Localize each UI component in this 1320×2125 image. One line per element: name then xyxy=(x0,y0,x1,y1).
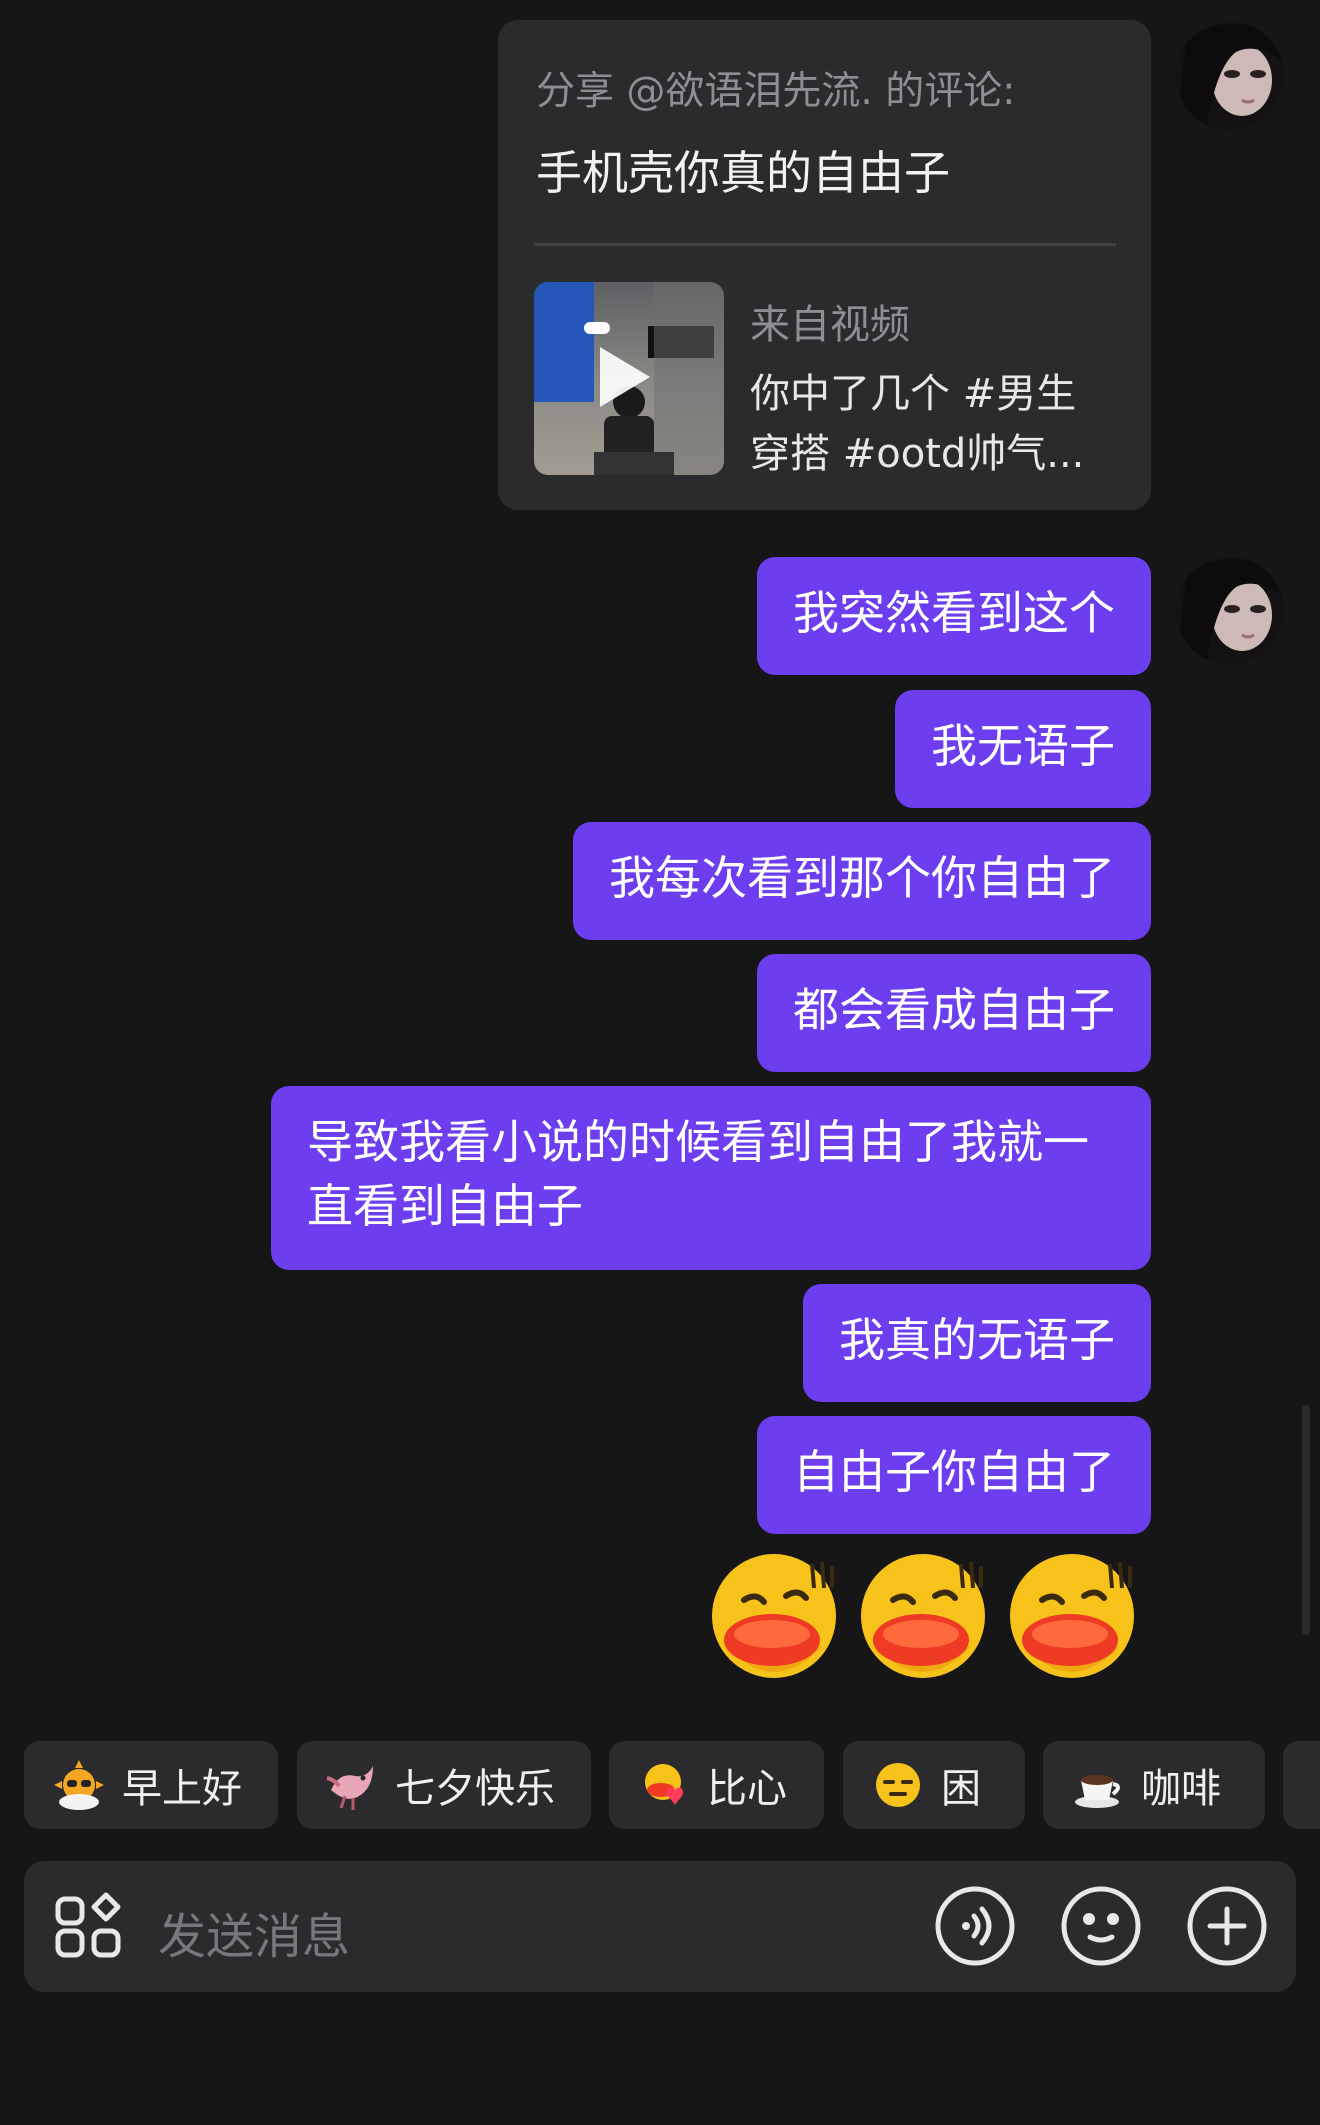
message-bubble[interactable]: 我每次看到那个你自由了 xyxy=(573,822,1151,940)
chip-label: 咖啡 xyxy=(1141,1766,1221,1812)
message-bubble[interactable]: 我突然看到这个 xyxy=(757,557,1151,675)
chip-label: 七夕快乐 xyxy=(395,1766,555,1812)
quick-reply-chip[interactable] xyxy=(1283,1741,1320,1829)
message-composer[interactable]: 发送消息 xyxy=(24,1861,1296,1992)
quick-reply-chip[interactable]: 比心 xyxy=(609,1741,824,1829)
card-divider xyxy=(534,243,1116,246)
play-icon xyxy=(600,347,650,407)
scrollbar[interactable] xyxy=(1302,1405,1310,1635)
plus-icon[interactable] xyxy=(1186,1885,1268,1967)
message-bubble[interactable]: 自由子你自由了 xyxy=(757,1416,1151,1534)
sender-avatar[interactable] xyxy=(1176,22,1284,130)
apps-grid-icon[interactable] xyxy=(54,1891,124,1961)
sleepy-face-icon xyxy=(876,1763,920,1807)
message-text: 我真的无语子 xyxy=(839,1313,1115,1367)
source-label: 来自视频 xyxy=(750,302,910,348)
quick-reply-chip[interactable]: 七夕快乐 xyxy=(297,1741,591,1829)
quick-reply-chip[interactable]: 咖啡 xyxy=(1043,1741,1265,1829)
message-text: 都会看成自由子 xyxy=(793,983,1115,1037)
message-bubble[interactable]: 我真的无语子 xyxy=(803,1284,1151,1402)
quick-reply-chip[interactable]: 早上好 xyxy=(24,1741,278,1829)
message-text: 导致我看小说的时候看到自由了我就一直看到自由子 xyxy=(307,1115,1089,1233)
chip-label: 困 xyxy=(941,1766,981,1812)
message-text: 我无语子 xyxy=(931,719,1115,773)
message-text: 自由子你自由了 xyxy=(793,1445,1115,1499)
shy-duck-emoji xyxy=(861,1554,985,1678)
coffee-cup-icon xyxy=(1075,1775,1120,1808)
shared-comment-text: 手机壳你真的自由子 xyxy=(536,146,950,200)
avatar-photo xyxy=(1176,22,1284,130)
message-input[interactable]: 发送消息 xyxy=(158,1897,350,1967)
emoji-icon[interactable] xyxy=(1060,1885,1142,1967)
message-text: 我突然看到这个 xyxy=(793,586,1115,640)
video-title: 你中了几个 #男生穿搭 #ootd帅气... xyxy=(750,371,1085,477)
shy-duck-emoji xyxy=(1010,1554,1134,1678)
sun-sunglasses-icon xyxy=(54,1760,104,1810)
magpie-bird-icon xyxy=(326,1766,373,1810)
message-text: 我每次看到那个你自由了 xyxy=(609,851,1115,905)
sender-avatar[interactable] xyxy=(1176,557,1284,665)
share-from-label: 分享 @欲语泪先流. 的评论: xyxy=(536,69,1016,114)
duck-heart-icon xyxy=(645,1764,683,1806)
chip-label: 早上好 xyxy=(122,1766,242,1812)
video-thumbnail[interactable] xyxy=(534,282,724,475)
message-bubble[interactable]: 我无语子 xyxy=(895,690,1151,808)
message-bubble[interactable]: 都会看成自由子 xyxy=(757,954,1151,1072)
shared-comment-card[interactable]: 分享 @欲语泪先流. 的评论: 手机壳你真的自由子 来自视频 你中了几个 #男生… xyxy=(498,20,1151,510)
shy-duck-emoji xyxy=(712,1554,836,1678)
avatar-photo xyxy=(1176,557,1284,665)
voice-icon[interactable] xyxy=(934,1885,1016,1967)
chip-label: 比心 xyxy=(707,1766,787,1812)
quick-reply-chip[interactable]: 困 xyxy=(843,1741,1025,1829)
message-bubble[interactable]: 导致我看小说的时候看到自由了我就一直看到自由子 xyxy=(271,1086,1151,1270)
